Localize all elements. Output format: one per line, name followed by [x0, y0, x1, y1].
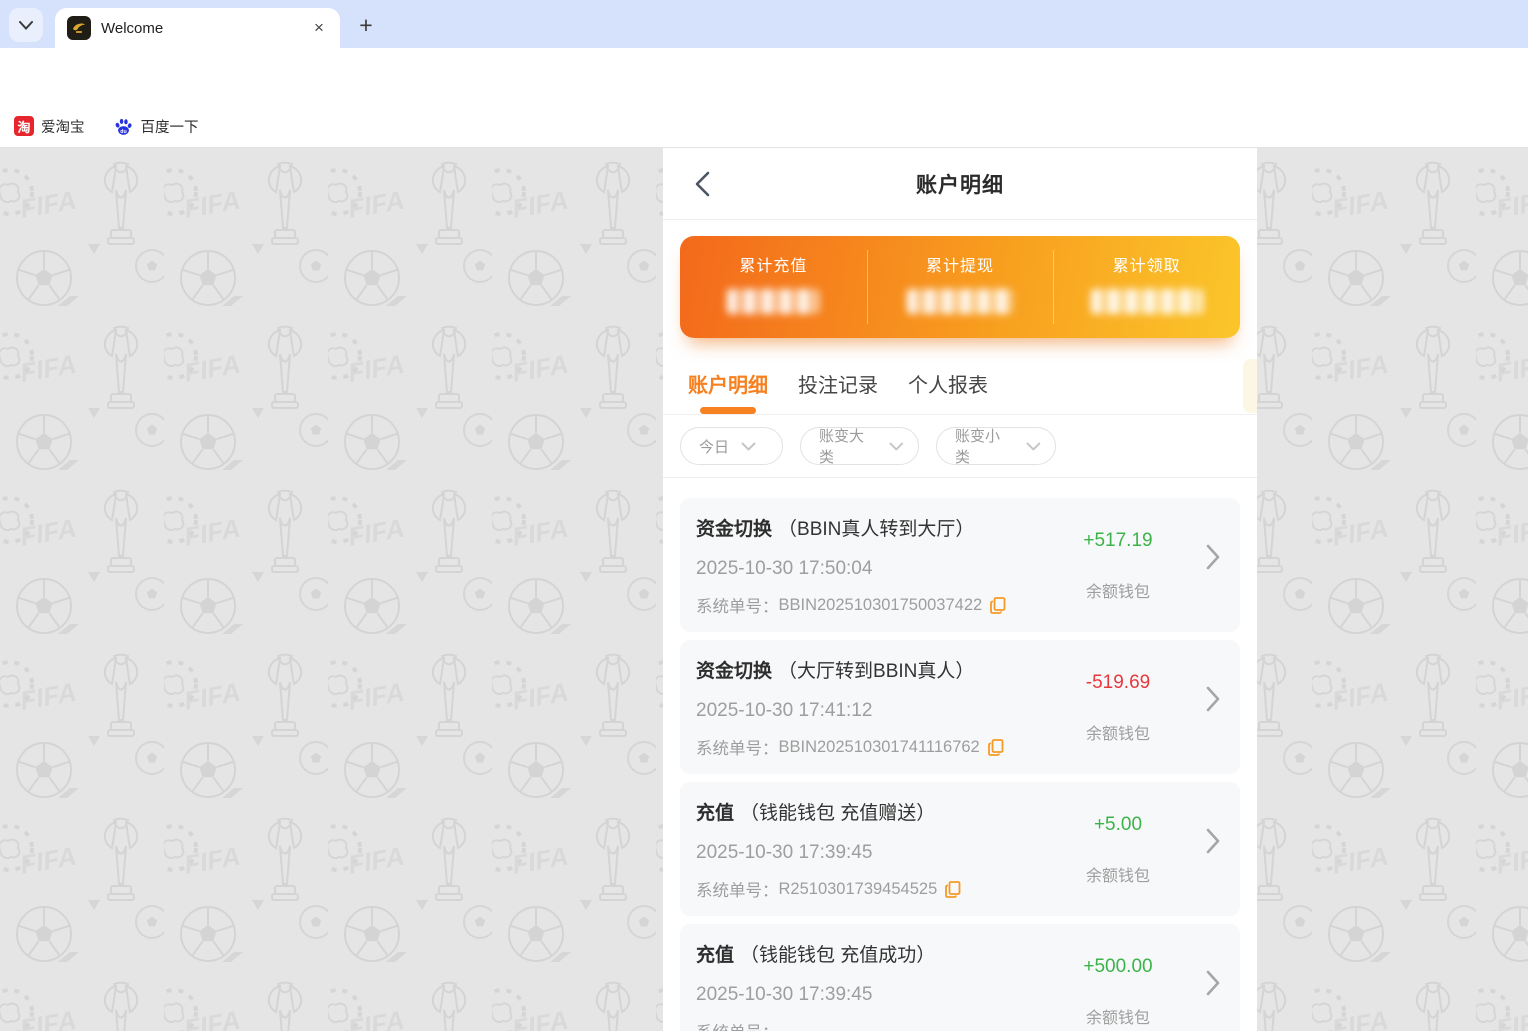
- masked-value: [727, 289, 819, 314]
- page-title: 账户明细: [916, 169, 1004, 199]
- browser-tab[interactable]: Welcome ×: [55, 8, 340, 48]
- new-tab-button[interactable]: +: [352, 12, 380, 40]
- amount: +517.19: [1048, 530, 1188, 552]
- transaction-list: 资金切换 （BBIN真人转到大厅） 2025-10-30 17:50:04 系统…: [663, 478, 1257, 1031]
- transaction-row[interactable]: 充值 （钱能钱包 充值成功） 2025-10-30 17:39:45 系统单号：…: [680, 924, 1240, 1031]
- filter-major-type-select[interactable]: 账变大类: [800, 427, 919, 465]
- filter-minor-type-select[interactable]: 账变小类: [936, 427, 1056, 465]
- tab-strip: Welcome × +: [0, 0, 1528, 48]
- tx-order-label: 系统单号：: [696, 1019, 779, 1031]
- tx-detail: （BBIN真人转到大厅）: [778, 514, 974, 541]
- summary-claim: 累计领取: [1053, 236, 1240, 338]
- chevron-down-icon: [19, 21, 33, 30]
- amount: +500.00: [1048, 956, 1188, 978]
- taobao-icon: 淘: [14, 116, 34, 136]
- tx-order-label: 系统单号：: [696, 593, 779, 617]
- bookmarks-bar: 淘 爱淘宝 du 百度一下: [0, 105, 1528, 148]
- back-chevron-icon[interactable]: [691, 170, 717, 198]
- filter-row: 今日 账变大类 账变小类: [663, 415, 1257, 478]
- tx-type: 资金切换: [696, 656, 772, 683]
- filter-label: 账变小类: [955, 425, 1014, 467]
- masked-value: [1091, 289, 1203, 314]
- filter-label: 账变大类: [819, 425, 877, 467]
- masked-value: [907, 289, 1013, 314]
- svg-text:du: du: [120, 128, 126, 134]
- tx-order-no: R2510301739454525: [779, 880, 938, 899]
- filter-label: 今日: [699, 436, 729, 457]
- transaction-row[interactable]: 资金切换 （大厅转到BBIN真人） 2025-10-30 17:41:12 系统…: [680, 640, 1240, 774]
- chevron-down-icon: [741, 442, 756, 451]
- tx-datetime: 2025-10-30 17:39:45: [696, 984, 1224, 1006]
- copy-icon[interactable]: [988, 739, 1004, 756]
- wallet-label: 余额钱包: [1048, 1004, 1188, 1028]
- summary-label: 累计领取: [1113, 252, 1181, 276]
- browser-toolbar: 175616.cc/reports/index: [0, 48, 1528, 105]
- wallet-label: 余额钱包: [1048, 862, 1188, 886]
- bookmark-label: 爱淘宝: [41, 116, 85, 137]
- chevron-down-icon: [889, 442, 904, 451]
- chevron-down-icon: [1026, 442, 1041, 451]
- summary-withdraw: 累计提现: [867, 236, 1054, 338]
- tx-datetime: 2025-10-30 17:41:12: [696, 700, 1224, 722]
- bookmark-baidu[interactable]: du 百度一下: [113, 116, 199, 137]
- chevron-right-icon[interactable]: [1206, 970, 1220, 996]
- tx-order-label: 系统单号：: [696, 877, 779, 901]
- tab-bet-records[interactable]: 投注记录: [798, 369, 878, 414]
- tab-title: Welcome: [101, 20, 310, 37]
- summary-deposit: 累计充值: [680, 236, 867, 338]
- copy-icon[interactable]: [945, 881, 961, 898]
- summary-label: 累计提现: [926, 252, 994, 276]
- next-card-peek: [1243, 359, 1257, 413]
- chevron-right-icon[interactable]: [1206, 828, 1220, 854]
- panel-header: 账户明细: [663, 148, 1257, 220]
- section-tabs: 账户明细 投注记录 个人报表: [663, 369, 1257, 415]
- tx-type: 充值: [696, 940, 734, 967]
- tx-detail: （钱能钱包 充值成功）: [740, 940, 935, 967]
- tx-datetime: 2025-10-30 17:50:04: [696, 558, 1224, 580]
- amount: -519.69: [1048, 672, 1188, 694]
- wallet-label: 余额钱包: [1048, 720, 1188, 744]
- site-favicon-icon: [67, 16, 91, 40]
- tab-personal-report[interactable]: 个人报表: [908, 369, 988, 414]
- tx-detail: （大厅转到BBIN真人）: [778, 656, 974, 683]
- copy-icon[interactable]: [990, 597, 1006, 614]
- tx-order-no: BBIN202510301750037422: [779, 596, 983, 615]
- summary-section: 累计充值 累计提现 累计领取: [663, 220, 1257, 338]
- chevron-right-icon[interactable]: [1206, 686, 1220, 712]
- tab-account-detail[interactable]: 账户明细: [688, 369, 768, 414]
- wallet-label: 余额钱包: [1048, 578, 1188, 602]
- summary-card[interactable]: 累计充值 累计提现 累计领取: [680, 236, 1240, 338]
- amount: +5.00: [1048, 814, 1188, 836]
- tab-close-icon[interactable]: ×: [310, 19, 328, 37]
- summary-label: 累计充值: [739, 252, 807, 276]
- filter-date-select[interactable]: 今日: [680, 427, 783, 465]
- transaction-row[interactable]: 充值 （钱能钱包 充值赠送） 2025-10-30 17:39:45 系统单号：…: [680, 782, 1240, 916]
- baidu-icon: du: [113, 116, 134, 137]
- transaction-row[interactable]: 资金切换 （BBIN真人转到大厅） 2025-10-30 17:50:04 系统…: [680, 498, 1240, 632]
- bookmark-taobao[interactable]: 淘 爱淘宝: [14, 116, 85, 137]
- tab-search-button[interactable]: [9, 8, 43, 42]
- reports-panel: 账户明细 累计充值 累计提现 累计领取 账户明细 投注记录 个人报表 今日: [663, 148, 1257, 1031]
- tx-datetime: 2025-10-30 17:39:45: [696, 842, 1224, 864]
- tx-type: 资金切换: [696, 514, 772, 541]
- tx-order-no: BBIN202510301741116762: [779, 738, 980, 757]
- tx-type: 充值: [696, 798, 734, 825]
- tx-detail: （钱能钱包 充值赠送）: [740, 798, 935, 825]
- tx-order-label: 系统单号：: [696, 735, 779, 759]
- chevron-right-icon[interactable]: [1206, 544, 1220, 570]
- bookmark-label: 百度一下: [141, 116, 199, 137]
